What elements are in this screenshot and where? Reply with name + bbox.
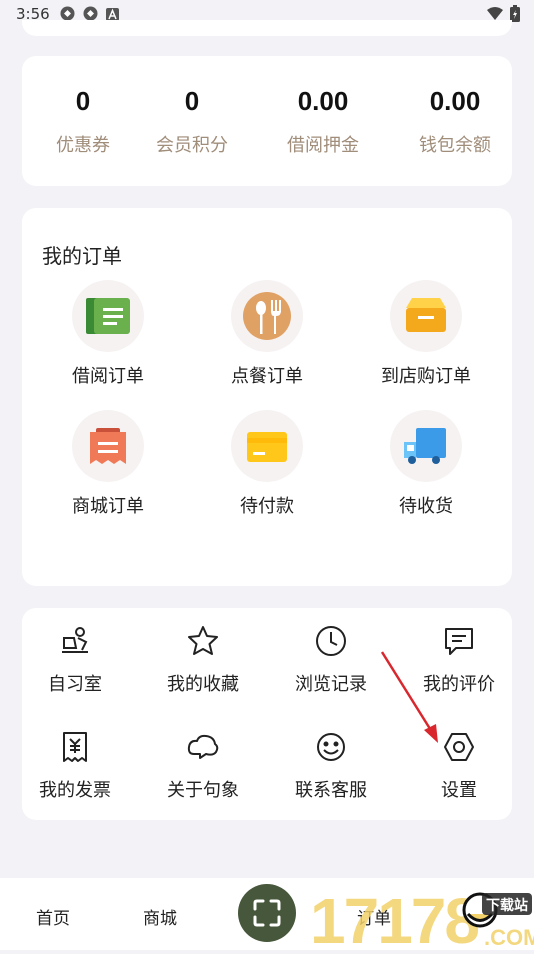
star-icon <box>186 624 220 658</box>
stat-value: 0.00 <box>429 86 481 116</box>
watermark-domain: .COM <box>484 925 534 950</box>
account-stats-card: 0 优惠券 0 会员积分 0.00 借阅押金 0.00 钱包余额 <box>22 56 512 186</box>
tool-invoices[interactable]: 我的发票 <box>14 730 136 802</box>
annotation-arrow <box>370 648 450 752</box>
tool-label: 我的收藏 <box>167 674 239 695</box>
book-icon <box>72 280 144 352</box>
order-food[interactable]: 点餐订单 <box>187 280 347 388</box>
scan-button[interactable] <box>238 884 296 942</box>
nav-home[interactable]: 首页 <box>36 904 70 929</box>
stat-label: 会员积分 <box>156 135 228 156</box>
tool-favorites[interactable]: 我的收藏 <box>142 624 264 696</box>
watermark-number: 17178 <box>310 885 478 950</box>
order-pending-receipt[interactable]: 待收货 <box>346 410 506 518</box>
fork-spoon-icon <box>231 280 303 352</box>
order-in-store[interactable]: 到店购订单 <box>346 280 506 388</box>
cloud-icon <box>186 730 220 764</box>
app-notification-icon <box>60 6 75 21</box>
app-notification-icon <box>83 6 98 21</box>
order-label: 点餐订单 <box>231 366 303 387</box>
clock-icon <box>314 624 348 658</box>
stat-coupons[interactable]: 0 优惠券 <box>22 86 144 157</box>
stat-value: 0 <box>75 86 91 116</box>
status-icons <box>60 6 121 21</box>
stat-value: 0.00 <box>297 86 349 116</box>
a-icon <box>106 6 121 21</box>
tool-about[interactable]: 关于句象 <box>142 730 264 802</box>
my-orders-card: 我的订单 借阅订单 点餐订单 到店购订单 商城订单 待付款 待收货 <box>22 208 512 586</box>
tool-label: 自习室 <box>48 674 102 695</box>
card-icon <box>231 410 303 482</box>
order-borrow[interactable]: 借阅订单 <box>28 280 188 388</box>
tool-label: 关于句象 <box>167 780 239 801</box>
watermark-tag: 下载站 <box>486 897 528 914</box>
order-label: 到店购订单 <box>381 366 471 387</box>
truck-icon <box>390 410 462 482</box>
stat-member-points[interactable]: 0 会员积分 <box>131 86 253 157</box>
order-label: 待收货 <box>399 496 453 517</box>
stat-label: 优惠券 <box>56 135 110 156</box>
section-title: 我的订单 <box>42 244 122 268</box>
watermark-logo: 17178 下载站 .COM <box>308 883 534 954</box>
stat-wallet-balance[interactable]: 0.00 钱包余额 <box>394 86 516 157</box>
order-label: 待付款 <box>240 496 294 517</box>
invoice-icon <box>58 730 92 764</box>
order-label: 借阅订单 <box>72 366 144 387</box>
tool-study-room[interactable]: 自习室 <box>14 624 136 696</box>
receipt-icon <box>72 410 144 482</box>
stat-label: 借阅押金 <box>287 135 359 156</box>
order-label: 商城订单 <box>72 496 144 517</box>
stat-borrow-deposit[interactable]: 0.00 借阅押金 <box>262 86 384 157</box>
order-mall[interactable]: 商城订单 <box>28 410 188 518</box>
order-pending-payment[interactable]: 待付款 <box>187 410 347 518</box>
stat-label: 钱包余额 <box>419 135 491 156</box>
tool-label: 我的发票 <box>39 780 111 801</box>
tool-label: 设置 <box>441 780 477 801</box>
scan-icon <box>253 899 281 927</box>
smile-icon <box>314 730 348 764</box>
tool-label: 联系客服 <box>295 780 367 801</box>
desk-icon <box>58 624 92 658</box>
stat-value: 0 <box>184 86 200 116</box>
box-icon <box>390 280 462 352</box>
header-card-edge <box>22 20 512 36</box>
nav-mall[interactable]: 商城 <box>143 904 177 929</box>
